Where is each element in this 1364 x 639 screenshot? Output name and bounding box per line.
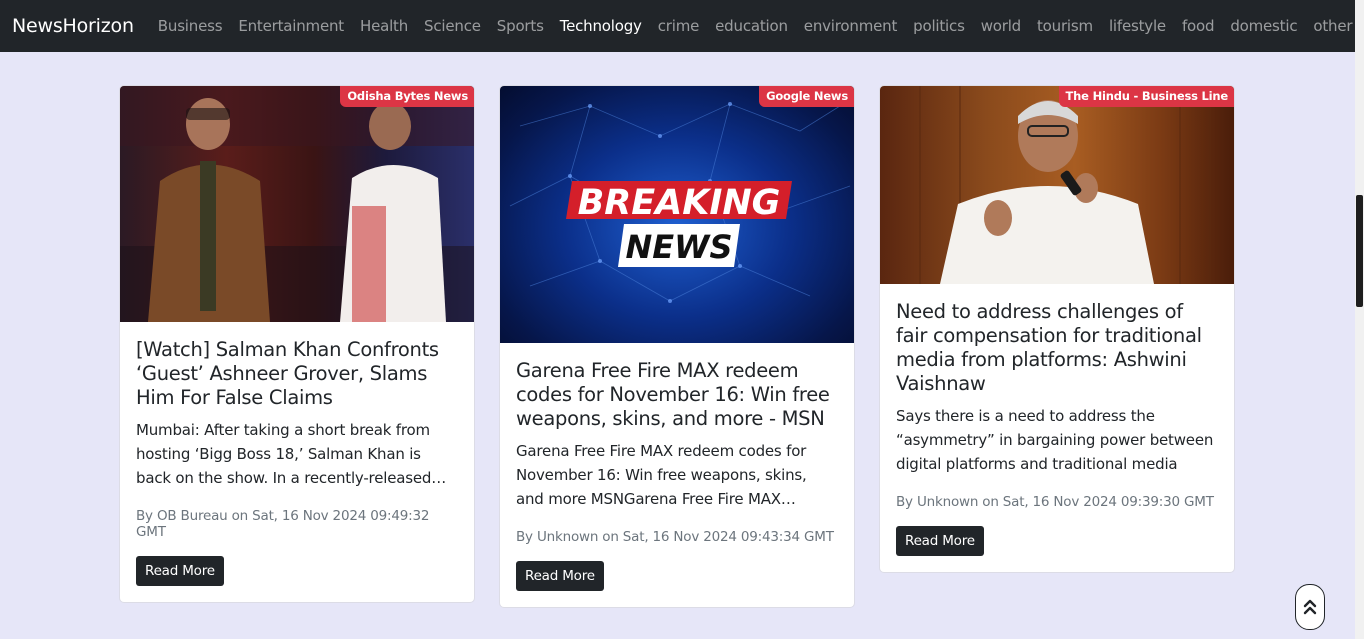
news-card: BREAKING NEWS Google News Garena Free Fi… xyxy=(499,85,855,608)
scrollbar-thumb[interactable] xyxy=(1356,195,1363,307)
article-title[interactable]: [Watch] Salman Khan Confronts ‘Guest’ As… xyxy=(136,338,458,410)
nav-item-sports[interactable]: Sports xyxy=(497,17,544,35)
card-body: [Watch] Salman Khan Confronts ‘Guest’ As… xyxy=(120,322,474,602)
nav-item-domestic[interactable]: domestic xyxy=(1230,17,1297,35)
nav-item-food[interactable]: food xyxy=(1182,17,1215,35)
nav-item-science[interactable]: Science xyxy=(424,17,481,35)
source-badge: The Hindu - Business Line xyxy=(1058,86,1234,107)
nav-item-politics[interactable]: politics xyxy=(913,17,965,35)
article-byline: By Unknown on Sat, 16 Nov 2024 09:39:30 … xyxy=(896,494,1214,510)
nav-item-tourism[interactable]: tourism xyxy=(1037,17,1093,35)
scroll-to-top-button[interactable] xyxy=(1295,584,1325,630)
card-body: Garena Free Fire MAX redeem codes for No… xyxy=(500,343,854,607)
nav-item-technology[interactable]: Technology xyxy=(560,17,642,35)
source-badge: Odisha Bytes News xyxy=(340,86,474,107)
nav-item-world[interactable]: world xyxy=(981,17,1022,35)
article-title[interactable]: Need to address challenges of fair compe… xyxy=(896,300,1218,396)
nav-item-environment[interactable]: environment xyxy=(804,17,898,35)
news-image: Odisha Bytes News xyxy=(120,86,474,322)
breaking-label: BREAKING xyxy=(578,183,781,223)
news-label: NEWS xyxy=(626,228,733,266)
nav-item-crime[interactable]: crime xyxy=(658,17,700,35)
read-more-button[interactable]: Read More xyxy=(896,526,984,556)
nav-item-lifestyle[interactable]: lifestyle xyxy=(1109,17,1166,35)
article-description: Mumbai: After taking a short break from … xyxy=(136,421,432,487)
nav-item-health[interactable]: Health xyxy=(360,17,408,35)
read-more-button[interactable]: Read More xyxy=(516,561,604,591)
read-more-button[interactable]: Read More xyxy=(136,556,224,586)
nav-item-business[interactable]: Business xyxy=(158,17,223,35)
card-body: Need to address challenges of fair compe… xyxy=(880,284,1234,572)
news-photo-graphic xyxy=(919,86,1211,284)
article-byline: By Unknown on Sat, 16 Nov 2024 09:43:34 … xyxy=(516,529,834,545)
nav-item-education[interactable]: education xyxy=(715,17,788,35)
article-description: Says there is a need to address the “asy… xyxy=(896,407,1214,473)
nav-item-other[interactable]: other xyxy=(1313,17,1352,35)
brand-logo[interactable]: NewsHorizon xyxy=(12,15,134,37)
breaking-news-graphic: BREAKING NEWS xyxy=(509,102,851,303)
article-title[interactable]: Garena Free Fire MAX redeem codes for No… xyxy=(516,359,838,431)
category-nav: Business Entertainment Health Science Sp… xyxy=(158,17,1364,35)
source-badge: Google News xyxy=(759,86,854,107)
page-scrollbar[interactable] xyxy=(1355,0,1364,639)
news-card: The Hindu - Business Line Need to addres… xyxy=(879,85,1235,573)
article-description: Garena Free Fire MAX redeem codes for No… xyxy=(516,442,807,508)
article-byline: By OB Bureau on Sat, 16 Nov 2024 09:49:3… xyxy=(136,508,430,540)
news-image: The Hindu - Business Line xyxy=(880,86,1234,284)
nav-item-entertainment[interactable]: Entertainment xyxy=(238,17,344,35)
top-navbar: NewsHorizon Business Entertainment Healt… xyxy=(0,0,1355,52)
news-card: Odisha Bytes News [Watch] Salman Khan Co… xyxy=(119,85,475,603)
news-image: BREAKING NEWS Google News xyxy=(500,86,854,343)
news-photo-graphic xyxy=(120,86,474,322)
double-chevron-up-icon xyxy=(1303,599,1317,615)
